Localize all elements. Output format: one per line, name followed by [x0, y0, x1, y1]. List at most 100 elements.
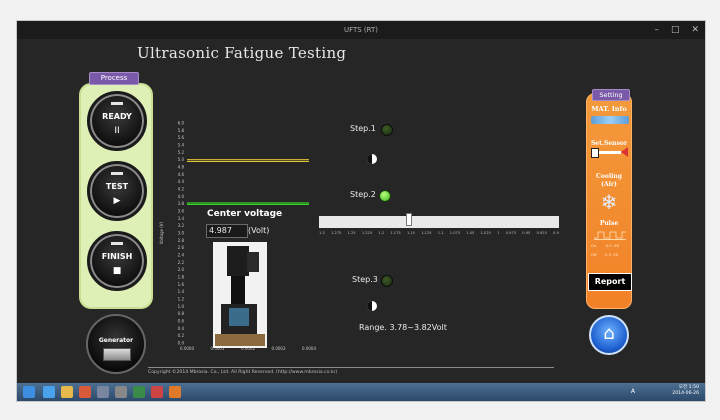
- folder-icon[interactable]: [61, 386, 73, 398]
- slider-tick-label: 1.075: [449, 231, 461, 235]
- slider-tick-label: 1.25: [347, 231, 356, 235]
- cooling-button[interactable]: Cooling (Air): [586, 173, 632, 189]
- finish-button[interactable]: FINISH ■: [87, 231, 147, 291]
- pulse-on-label: On: [591, 243, 597, 248]
- y-tick-label: 3.4: [178, 216, 185, 221]
- slider-tick-label: 1.05: [466, 231, 475, 235]
- pulse-on-value[interactable]: 0.5 .56: [606, 243, 619, 248]
- y-tick-label: 2.6: [178, 245, 185, 250]
- slider-tick-label: 1.025: [480, 231, 491, 235]
- y-tick-label: 3.8: [178, 201, 185, 206]
- stop-icon: ■: [112, 266, 122, 276]
- set-sensor-label: Set.Sensor: [590, 140, 628, 147]
- app-title: Ultrasonic Fatigue Testing: [137, 44, 347, 62]
- slider-tick-label: 1.2: [378, 231, 385, 235]
- y-tick-label: 2.8: [178, 238, 185, 243]
- y-tick-label: 0.4: [178, 326, 185, 331]
- y-tick-label: 2.2: [178, 260, 185, 265]
- cooling-label: Cooling: [596, 173, 622, 180]
- cooling-sub-label: (Air): [601, 181, 617, 188]
- finish-label: FINISH: [101, 252, 133, 261]
- app-icon[interactable]: [97, 386, 109, 398]
- generator-button[interactable]: Generator: [86, 314, 146, 374]
- media-icon[interactable]: [79, 386, 91, 398]
- pulse-wave-icon: [594, 231, 626, 240]
- app-icon[interactable]: [151, 386, 163, 398]
- app-icon[interactable]: [115, 386, 127, 398]
- taskbar: A 오전 1:50 2014-06-26: [17, 383, 705, 401]
- pause-icon: II: [114, 126, 120, 136]
- pulse-on-row: On 0.5 .56: [591, 243, 619, 248]
- clock[interactable]: 오전 1:50 2014-06-26: [672, 385, 699, 397]
- y-tick-label: 5.0: [178, 157, 185, 162]
- ready-button[interactable]: READY II: [87, 91, 147, 151]
- maximize-button[interactable]: □: [671, 21, 680, 39]
- y-tick-label: 3.0: [178, 231, 185, 236]
- step1-label: Step.1: [350, 124, 376, 133]
- indicator-bar: [111, 242, 123, 245]
- x-tick-label: 0.0003: [272, 346, 286, 351]
- mat-info-button[interactable]: MAT. Info: [586, 105, 632, 113]
- browser-icon[interactable]: [43, 386, 55, 398]
- step1-led-icon: [381, 124, 393, 136]
- center-voltage-title: Center voltage: [207, 209, 283, 219]
- specimen-photo-drawing: [213, 242, 267, 348]
- frequency-slider-track[interactable]: [319, 216, 559, 228]
- y-tick-label: 1.6: [178, 282, 185, 287]
- y-tick-label: 1.0: [178, 304, 185, 309]
- center-voltage-value: 4.987: [206, 224, 248, 238]
- pulse-off-value[interactable]: 0.3 .50: [605, 252, 618, 257]
- sensor-slider-thumb[interactable]: [591, 148, 599, 158]
- y-tick-label: 4.2: [178, 187, 185, 192]
- home-icon: ⌂: [603, 323, 615, 344]
- y-tick-label: 4.0: [178, 194, 185, 199]
- divider: [148, 367, 554, 368]
- slider-tick-label: 1: [497, 231, 500, 235]
- specimen-photo: [213, 242, 267, 348]
- y-tick-label: 1.8: [178, 275, 185, 280]
- pulse-label: Pulse: [599, 220, 619, 227]
- y-tick-label: 4.6: [178, 172, 185, 177]
- play-icon: ▶: [113, 196, 121, 206]
- y-tick-label: 0.2: [178, 333, 185, 338]
- home-button[interactable]: ⌂: [589, 315, 629, 355]
- y-axis-label: Voltage (V): [159, 221, 164, 244]
- slider-tick-label: 0.9: [553, 231, 559, 235]
- indicator-bar: [111, 172, 123, 175]
- start-icon[interactable]: [23, 386, 35, 398]
- y-tick-label: 1.2: [178, 297, 185, 302]
- center-voltage-unit: (Volt): [248, 226, 270, 235]
- clock-date: 2014-06-26: [672, 391, 699, 396]
- y-tick-label: 5.2: [178, 150, 185, 155]
- y-tick-label: 5.6: [178, 135, 185, 140]
- step2-label: Step.2: [350, 190, 376, 199]
- language-indicator[interactable]: A: [631, 388, 635, 395]
- close-button[interactable]: ✕: [691, 21, 699, 39]
- range-text: Range. 3.78~3.82Volt: [359, 323, 447, 332]
- test-button[interactable]: TEST ▶: [87, 161, 147, 221]
- frequency-slider-thumb[interactable]: [405, 213, 412, 226]
- ready-label: READY: [102, 112, 132, 121]
- minimize-button[interactable]: –: [654, 21, 659, 39]
- app-icon[interactable]: [169, 386, 181, 398]
- report-button[interactable]: Report: [588, 273, 632, 291]
- slider-tick-label: 1.15: [406, 231, 415, 235]
- slider-tick-label: 1.175: [390, 231, 401, 235]
- indicator-bar: [111, 102, 123, 105]
- copyright-text: Copyright ©2014 Mbrosia. Co., Ltd. All R…: [148, 370, 338, 375]
- y-tick-label: 5.4: [178, 143, 185, 148]
- app-icon[interactable]: [133, 386, 145, 398]
- material-icon[interactable]: [591, 116, 629, 124]
- x-tick-label: 0.0004: [302, 346, 316, 351]
- step3-led-icon: [381, 275, 393, 287]
- y-tick-label: 3.2: [178, 223, 185, 228]
- process-panel: READY II TEST ▶ FINISH ■: [79, 83, 153, 309]
- step3-label: Step.3: [352, 275, 378, 284]
- step2-led-icon: [379, 190, 391, 202]
- fan-icon[interactable]: ❄: [597, 190, 621, 214]
- slider-tick-label: 1.1: [437, 231, 444, 235]
- step1-toggle[interactable]: [367, 154, 377, 164]
- app-area: Ultrasonic Fatigue Testing READY II TEST…: [17, 39, 705, 383]
- step3-toggle[interactable]: [367, 301, 377, 311]
- sensor-arrow-icon: [621, 147, 628, 157]
